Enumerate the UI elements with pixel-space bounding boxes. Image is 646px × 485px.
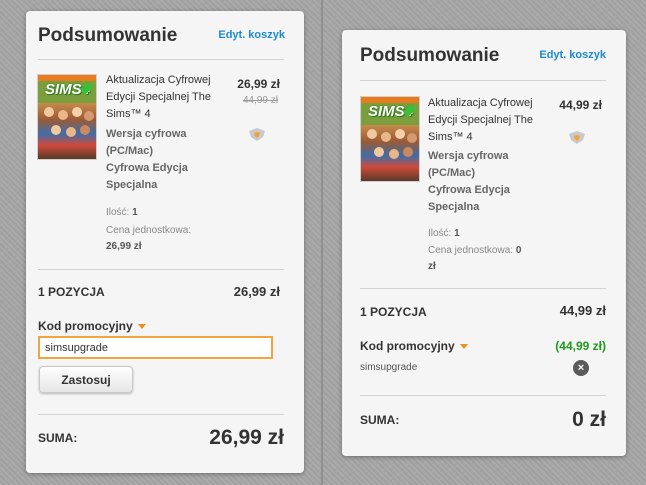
remove-promo-icon[interactable]: × bbox=[573, 360, 589, 376]
divider bbox=[38, 414, 284, 415]
promo-code-toggle[interactable]: Kod promocyjny bbox=[360, 339, 468, 353]
divider bbox=[360, 395, 606, 396]
product-old-price: 44,99 zł bbox=[242, 95, 278, 106]
total-value: 0 zł bbox=[572, 408, 606, 431]
screen-divider bbox=[321, 0, 323, 485]
product-thumbnail[interactable]: SIMS4 bbox=[37, 74, 97, 160]
edit-cart-link[interactable]: Edyt. koszyk bbox=[218, 29, 285, 41]
promo-code-input[interactable] bbox=[38, 336, 273, 359]
items-total: 26,99 zł bbox=[233, 284, 280, 299]
applied-promo-code: simsupgrade bbox=[360, 362, 418, 373]
order-summary-panel-right: Podsumowanie Edyt. koszyk SIMS4 Aktualiz… bbox=[342, 30, 626, 456]
items-total: 44,99 zł bbox=[559, 303, 606, 318]
product-price: 26,99 zł bbox=[237, 77, 280, 91]
product-name[interactable]: Aktualizacja Cyfrowej Edycji Specjalnej … bbox=[106, 72, 211, 123]
unit-price: Cena jednostkowa: 26,99 zł bbox=[106, 225, 192, 252]
promo-discount: (44,99 zł) bbox=[555, 339, 606, 353]
caret-down-icon bbox=[459, 344, 468, 350]
apply-promo-button[interactable]: Zastosuj bbox=[39, 366, 133, 393]
total-value: 26,99 zł bbox=[209, 426, 284, 449]
divider bbox=[38, 59, 284, 60]
divider bbox=[360, 80, 606, 81]
shield-icon bbox=[569, 131, 585, 144]
edit-cart-link[interactable]: Edyt. koszyk bbox=[539, 49, 606, 61]
divider bbox=[360, 288, 606, 289]
divider bbox=[38, 269, 284, 270]
product-quantity: Ilość: 1 bbox=[428, 228, 460, 239]
product-price: 44,99 zł bbox=[559, 98, 602, 112]
promo-code-toggle[interactable]: Kod promocyjny bbox=[38, 319, 146, 333]
order-summary-panel-left: Podsumowanie Edyt. koszyk SIMS4 Aktualiz… bbox=[26, 11, 304, 473]
product-quantity: Ilość: 1 bbox=[106, 207, 138, 218]
panel-title: Podsumowanie bbox=[360, 45, 500, 66]
product-thumbnail[interactable]: SIMS4 bbox=[360, 96, 420, 182]
panel-title: Podsumowanie bbox=[38, 25, 178, 46]
item-count: 1 POZYCJA bbox=[38, 285, 105, 299]
unit-price: Cena jednostkowa: 0 zł bbox=[428, 245, 522, 272]
total-label: SUMA: bbox=[38, 431, 78, 445]
product-variant: Wersja cyfrowa (PC/Mac) Cyfrowa Edycja S… bbox=[428, 150, 510, 213]
total-label: SUMA: bbox=[360, 413, 400, 427]
item-count: 1 POZYCJA bbox=[360, 305, 427, 319]
product-name[interactable]: Aktualizacja Cyfrowej Edycji Specjalnej … bbox=[428, 95, 533, 146]
product-variant: Wersja cyfrowa (PC/Mac) Cyfrowa Edycja S… bbox=[106, 128, 188, 191]
caret-down-icon bbox=[137, 324, 146, 330]
shield-icon bbox=[249, 128, 265, 141]
